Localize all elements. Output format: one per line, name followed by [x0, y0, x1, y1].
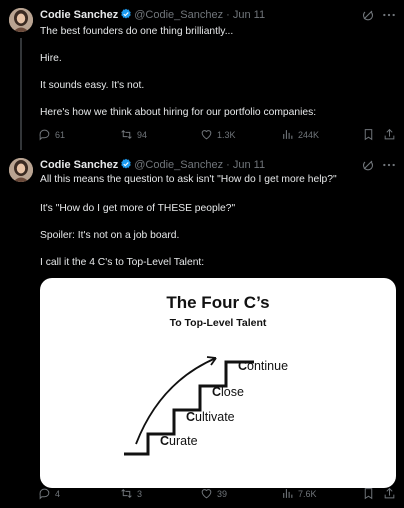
- reply-button[interactable]: 4: [38, 487, 60, 501]
- tweet-actions: 4 3 39 7.6K: [38, 487, 396, 501]
- like-count: 1.3K: [217, 130, 236, 140]
- views-icon: [281, 128, 294, 143]
- author-handle[interactable]: @Codie_Sanchez: [134, 9, 223, 21]
- avatar[interactable]: [9, 158, 33, 182]
- tweet-text-line: Hire.: [40, 53, 62, 64]
- like-button[interactable]: 39: [200, 487, 227, 501]
- tweet-1[interactable]: Codie Sanchez @Codie_Sanchez · Jun 11 The…: [0, 0, 404, 150]
- step-cultivate: Cultivate: [186, 410, 235, 424]
- tweet-text-line: All this means the question to ask isn't…: [40, 174, 337, 185]
- share-button[interactable]: [383, 487, 396, 501]
- heart-icon: [200, 487, 213, 502]
- views-count: 7.6K: [298, 489, 317, 499]
- author-name[interactable]: Codie Sanchez: [40, 159, 118, 171]
- repost-count: 94: [137, 130, 148, 140]
- thread-connector: [20, 38, 22, 150]
- reply-count: 4: [55, 489, 61, 499]
- like-count: 39: [217, 489, 228, 499]
- tweet-text-line: I call it the 4 C's to Top-Level Talent:: [40, 257, 205, 268]
- more-icon[interactable]: [382, 8, 396, 20]
- reply-icon: [38, 487, 51, 502]
- grok-icon[interactable]: [362, 8, 374, 21]
- tweet-header: Codie Sanchez @Codie_Sanchez · Jun 11: [40, 158, 404, 172]
- repost-icon: [120, 487, 133, 502]
- bookmark-button[interactable]: [362, 128, 375, 142]
- bookmark-icon: [362, 128, 375, 143]
- tweet-text-line: It's "How do I get more of THESE people?…: [40, 203, 236, 214]
- share-icon: [383, 128, 396, 143]
- separator-dot: ·: [226, 159, 230, 171]
- tweet-text-line: The best founders do one thing brilliant…: [40, 26, 234, 37]
- tweet-actions: 61 94 1.3K 244K: [38, 128, 396, 142]
- bookmark-button[interactable]: [362, 487, 375, 501]
- repost-count: 3: [137, 489, 143, 499]
- share-button[interactable]: [383, 128, 396, 142]
- repost-icon: [120, 128, 133, 143]
- step-continue: Continue: [238, 359, 289, 373]
- tweet-header: Codie Sanchez @Codie_Sanchez · Jun 11: [40, 8, 404, 22]
- tweet-text-line: Here's how we think about hiring for our…: [40, 107, 317, 118]
- views-button[interactable]: 7.6K: [281, 487, 317, 501]
- share-icon: [383, 487, 396, 502]
- tweet-date[interactable]: Jun 11: [233, 159, 265, 171]
- views-icon: [281, 487, 294, 502]
- attached-image[interactable]: The Four C’s To Top-Level Talent Curate …: [40, 278, 396, 488]
- verified-badge-icon: [120, 8, 132, 20]
- bookmark-icon: [362, 487, 375, 502]
- staircase-illustration: [124, 356, 254, 456]
- tweet-text-line: It sounds easy. It's not.: [40, 80, 145, 91]
- tweet-2[interactable]: Codie Sanchez @Codie_Sanchez · Jun 11 All…: [0, 150, 404, 508]
- author-name[interactable]: Codie Sanchez: [40, 9, 118, 21]
- avatar[interactable]: [9, 8, 33, 32]
- reply-icon: [38, 128, 51, 143]
- step-curate: Curate: [160, 434, 198, 448]
- reply-button[interactable]: 61: [38, 128, 65, 142]
- reply-count: 61: [55, 130, 66, 140]
- more-icon[interactable]: [382, 158, 396, 170]
- like-button[interactable]: 1.3K: [200, 128, 236, 142]
- repost-button[interactable]: 94: [120, 128, 147, 142]
- verified-badge-icon: [120, 158, 132, 170]
- step-close: Close: [212, 385, 244, 399]
- separator-dot: ·: [226, 9, 230, 21]
- views-button[interactable]: 244K: [281, 128, 319, 142]
- tweet-text-line: Spoiler: It's not on a job board.: [40, 230, 180, 241]
- views-count: 244K: [298, 130, 320, 140]
- repost-button[interactable]: 3: [120, 487, 142, 501]
- grok-icon[interactable]: [362, 158, 374, 171]
- tweet-date[interactable]: Jun 11: [233, 9, 265, 21]
- heart-icon: [200, 128, 213, 143]
- author-handle[interactable]: @Codie_Sanchez: [134, 159, 223, 171]
